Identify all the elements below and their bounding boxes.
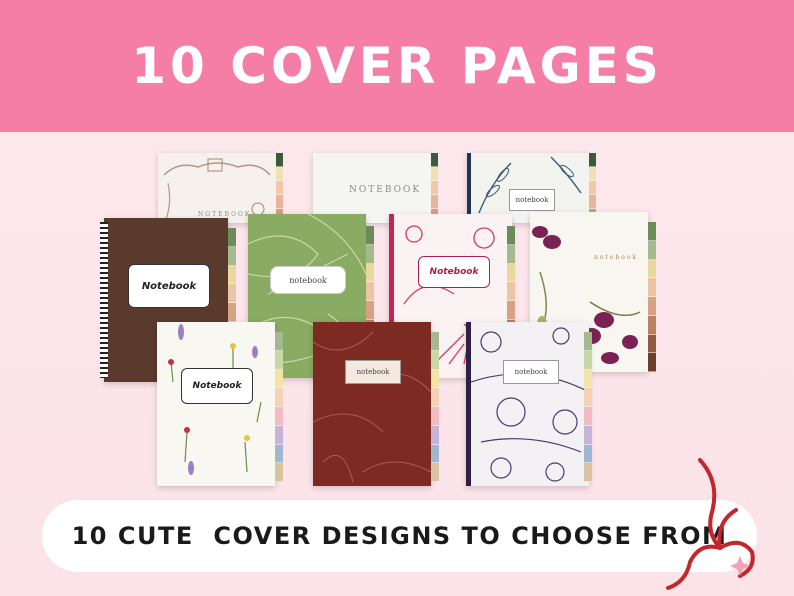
tab-strip	[275, 332, 283, 482]
cover-title: NOTEBOOK	[198, 211, 252, 218]
cover-purple-floral[interactable]: notebook	[466, 322, 589, 486]
wildflower-icon	[168, 324, 262, 475]
tab-strip	[584, 332, 592, 482]
ribbon-bow-icon	[666, 458, 755, 590]
cover-title: Notebook	[192, 381, 242, 391]
tab-strip	[431, 332, 439, 482]
flower-pattern-icon	[471, 327, 589, 482]
page-title: 10 COVER PAGES	[131, 37, 663, 95]
header-banner: 10 COVER PAGES	[0, 0, 794, 132]
cover-label: Notebook	[128, 264, 210, 308]
tab-strip	[431, 153, 438, 223]
cover-title: NOTEBOOK	[349, 185, 422, 195]
cover-title: notebook	[515, 196, 549, 204]
cover-rust-leaves[interactable]: notebook	[313, 322, 431, 486]
cover-label: notebook	[345, 360, 401, 384]
cover-title: Notebook	[141, 280, 197, 292]
cover-title: notebook	[514, 368, 548, 376]
cover-wildflower[interactable]: Notebook	[157, 322, 275, 486]
cover-label: notebook	[509, 189, 555, 211]
cover-title: Notebook	[429, 267, 479, 277]
cover-toile[interactable]: NOTEBOOK	[158, 153, 276, 223]
cover-label: notebook	[503, 360, 559, 384]
cover-label: Notebook	[418, 256, 490, 288]
cover-label: Notebook	[181, 368, 253, 404]
cover-title: notebook	[594, 254, 639, 261]
tagline-banner: 10 CUTE COVER DESIGNS TO CHOOSE FROM	[42, 500, 757, 572]
cover-title: notebook	[289, 275, 327, 285]
leaf-pattern-icon	[313, 331, 431, 483]
cover-title: notebook	[356, 368, 390, 376]
tab-strip	[276, 153, 283, 223]
cover-plain[interactable]: NOTEBOOK	[313, 153, 431, 223]
spiral-binding	[100, 222, 108, 378]
tagline-text: 10 CUTE COVER DESIGNS TO CHOOSE FROM	[71, 522, 728, 550]
cover-label: notebook	[270, 266, 346, 294]
tab-strip	[648, 222, 656, 372]
